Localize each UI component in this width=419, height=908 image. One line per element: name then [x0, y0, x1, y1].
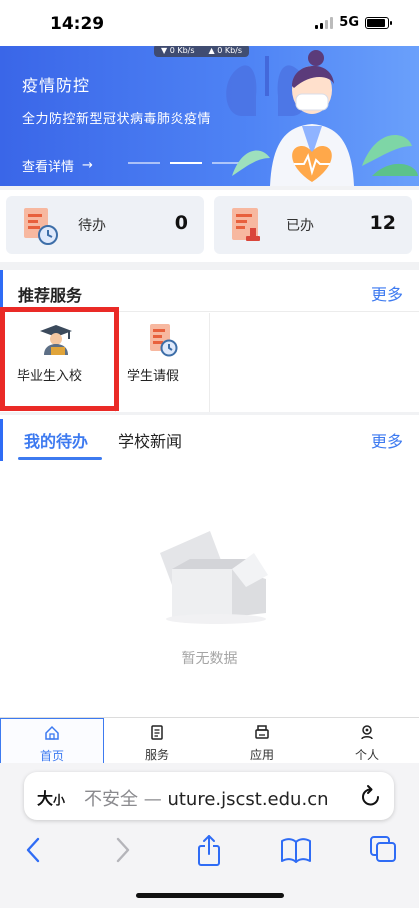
- todo-news-panel: 我的待办 学校新闻 更多 暂无数据: [0, 415, 419, 717]
- print-icon: [255, 725, 269, 739]
- document-clock-icon: [24, 208, 58, 245]
- detail-link-label: 查看详情: [22, 160, 75, 175]
- status-time: 14:29: [50, 14, 105, 34]
- graduate-icon: [40, 325, 72, 355]
- tabs-icon[interactable]: [367, 833, 399, 867]
- clipboard-icon: [151, 725, 163, 740]
- network-type: 5G: [339, 15, 359, 30]
- section-accent-bar: [0, 419, 3, 461]
- banner-detail-link[interactable]: 查看详情 →: [22, 156, 93, 175]
- download-speed: ▼ 0 Kb/s: [161, 46, 195, 55]
- tab-label: 个人: [354, 748, 379, 762]
- doctor-illustration-icon: [226, 50, 418, 186]
- banner-title: 疫情防控: [22, 76, 91, 95]
- address-bar[interactable]: 大小 不安全 — uture.jscst.edu.cn: [24, 772, 394, 820]
- recommended-services: 推荐服务 更多 毕业生入校 学生请假: [0, 270, 419, 412]
- tab-label: 应用: [249, 748, 274, 762]
- pending-count: 0: [174, 212, 188, 234]
- tab-services[interactable]: 服务: [105, 718, 209, 764]
- more-services-link[interactable]: 更多: [371, 281, 403, 305]
- bottom-tab-bar: 首页 服务 应用 个人: [0, 717, 419, 764]
- document-stamp-icon: [232, 208, 260, 241]
- bookmarks-icon[interactable]: [280, 833, 312, 867]
- more-todo-link[interactable]: 更多: [371, 428, 403, 452]
- user-pin-icon: [361, 725, 373, 740]
- status-bar: 14:29 5G: [0, 0, 419, 48]
- carousel-dot[interactable]: [128, 162, 160, 164]
- status-indicators: 5G: [315, 15, 392, 30]
- service-empty-slot: [210, 313, 419, 412]
- browser-toolbar: 大小 不安全 — uture.jscst.edu.cn: [0, 763, 419, 908]
- insecure-label: 不安全 —: [84, 789, 168, 810]
- text-size-big-label: 大: [37, 789, 54, 808]
- tab-home[interactable]: 首页: [0, 718, 104, 764]
- share-icon[interactable]: [193, 833, 225, 867]
- task-stats: 待办 0 已办 12: [0, 190, 419, 262]
- upload-speed: ▲ 0 Kb/s: [208, 46, 243, 55]
- tab-profile[interactable]: 个人: [315, 718, 419, 764]
- empty-state-text: 暂无数据: [181, 651, 238, 667]
- completed-count: 12: [369, 212, 396, 234]
- back-icon[interactable]: [18, 833, 50, 867]
- url-text: uture.jscst.edu.cn: [167, 789, 329, 810]
- arrow-right-icon: →: [82, 158, 93, 173]
- recommended-title: 推荐服务: [18, 286, 83, 305]
- tab-apps[interactable]: 应用: [210, 718, 314, 764]
- home-icon: [45, 725, 59, 740]
- network-speed-overlay: ▼ 0 Kb/s ▲ 0 Kb/s: [154, 46, 250, 57]
- banner-subtitle: 全力防控新型冠状病毒肺炎疫情: [22, 112, 212, 127]
- carousel-dot[interactable]: [170, 162, 202, 164]
- completed-tasks-card[interactable]: 已办 12: [214, 196, 412, 254]
- section-accent-bar: [0, 270, 3, 312]
- document-clock-icon: [150, 324, 178, 357]
- empty-box-icon: [160, 531, 268, 624]
- service-graduate-entry[interactable]: 毕业生入校: [0, 313, 116, 412]
- tab-label: 服务: [144, 748, 169, 762]
- tab-school-news[interactable]: 学校新闻: [118, 428, 182, 452]
- service-label: 毕业生入校: [17, 369, 83, 384]
- url-display[interactable]: 不安全 — uture.jscst.edu.cn: [84, 785, 329, 811]
- tab-label: 首页: [39, 749, 64, 763]
- signal-icon: [315, 16, 334, 29]
- battery-icon: [365, 16, 392, 29]
- tab-my-todo[interactable]: 我的待办: [24, 428, 88, 452]
- service-label: 学生请假: [127, 369, 180, 384]
- epidemic-banner[interactable]: ▼ 0 Kb/s ▲ 0 Kb/s 疫情防控 全力防控新型冠状病毒肺炎疫情 查看…: [0, 46, 419, 186]
- reload-icon[interactable]: [360, 784, 382, 808]
- home-indicator: [136, 893, 284, 898]
- completed-label: 已办: [286, 218, 314, 234]
- section-header: 推荐服务 更多: [0, 270, 419, 312]
- forward-icon[interactable]: [106, 833, 138, 867]
- active-tab-underline: [18, 457, 102, 460]
- service-student-leave[interactable]: 学生请假: [116, 313, 210, 412]
- pending-tasks-card[interactable]: 待办 0: [6, 196, 204, 254]
- text-size-small-label: 小: [53, 793, 66, 807]
- pending-label: 待办: [78, 218, 106, 234]
- text-size-button[interactable]: 大小: [37, 785, 65, 809]
